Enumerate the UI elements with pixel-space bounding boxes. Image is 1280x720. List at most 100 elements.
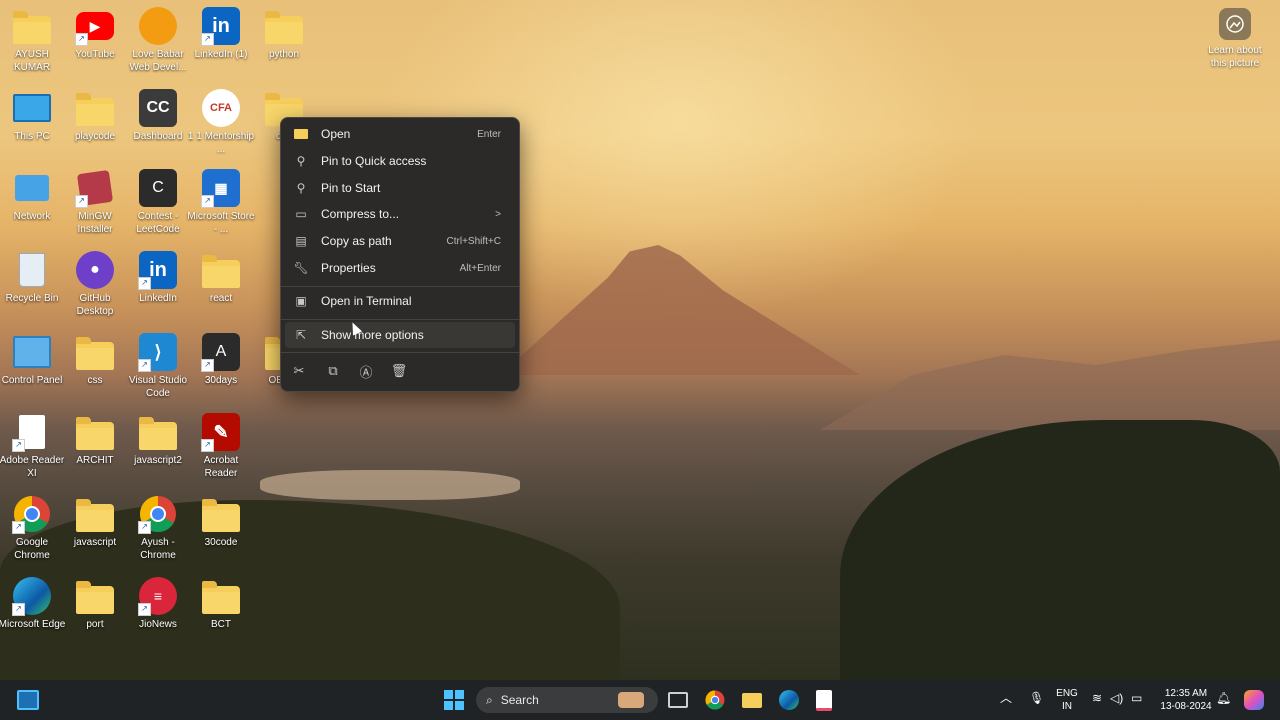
copilot-icon[interactable] (1244, 690, 1264, 710)
desktop-icon-30days[interactable]: A ↗ 30days (189, 332, 253, 387)
notification-bell-icon[interactable]: 🔔︎ (1216, 692, 1231, 705)
search-icon: ⌕ (486, 692, 493, 707)
chrome-folder-icon (75, 576, 115, 616)
volume-icon[interactable]: ◁) (1110, 692, 1123, 705)
network-icon (12, 168, 52, 208)
folder-icon (138, 412, 178, 452)
menu-item-accelerator: Enter (477, 128, 501, 140)
desktop-icon-30code[interactable]: 30code (189, 494, 253, 549)
desktop-icon-love-babbar[interactable]: Love Babar Web Devel... (126, 6, 190, 74)
recycle-bin-icon (12, 250, 52, 290)
desktop-icon-network[interactable]: Network (0, 168, 64, 223)
menu-item-label: Copy as path (321, 234, 392, 248)
icon-label: YouTube (75, 49, 115, 60)
battery-icon[interactable]: ▭ (1131, 692, 1142, 705)
chrome-folder-icon (201, 576, 241, 616)
delete-icon[interactable]: 🗑︎ (390, 362, 408, 380)
cfa-icon: CFA (201, 88, 241, 128)
desktop-icon-vscode[interactable]: ⟩ ↗ Visual Studio Code (126, 332, 190, 400)
desktop-icon-javascript2[interactable]: javascript2 (126, 412, 190, 467)
icon-label: GitHub Desktop (76, 293, 114, 317)
desktop-icon-react[interactable]: react (189, 250, 253, 305)
icon-label: JioNews (139, 619, 177, 630)
menu-item-accelerator: Alt+Enter (459, 262, 501, 274)
desktop-icon-microsoft-edge[interactable]: ↗ Microsoft Edge (0, 576, 66, 631)
desktop-icon-control-panel[interactable]: Control Panel (0, 332, 64, 387)
desktop-icon-ayush-chrome[interactable]: ↗ Ayush - Chrome (126, 494, 190, 562)
icon-label: 30code (204, 537, 238, 548)
chrome-taskbar-icon[interactable] (703, 688, 727, 712)
menu-item-properties[interactable]: 🔧︎ Properties Alt+Enter (285, 255, 515, 281)
menu-item-open[interactable]: Open Enter (285, 121, 515, 147)
menu-item-label: Pin to Start (321, 181, 381, 195)
copy-icon[interactable]: ⧉ (324, 362, 342, 380)
menu-item-open-terminal[interactable]: ▣ Open in Terminal (285, 288, 515, 314)
archive-icon: ▭ (295, 207, 307, 221)
chrome-icon: ↗ (12, 494, 52, 534)
snipping-tool-icon[interactable] (812, 688, 836, 712)
desktop-icon-recycle-bin[interactable]: Recycle Bin (0, 250, 64, 305)
desktop-icon-port[interactable]: port (63, 576, 127, 631)
desktop-icon-javascript[interactable]: javascript (63, 494, 127, 549)
cut-icon[interactable]: ✂ (290, 362, 308, 380)
context-menu: Open Enter ⚲ Pin to Quick access ⚲ Pin t… (280, 117, 520, 392)
vscode-icon: ⟩ ↗ (138, 332, 178, 372)
desktop-icon-linkedin[interactable]: in ↗ LinkedIn (126, 250, 190, 305)
desktop-icon-css[interactable]: css (63, 332, 127, 387)
folder-icon (75, 88, 115, 128)
start-button[interactable] (442, 688, 466, 712)
icon-label: LinkedIn (1) (194, 49, 248, 60)
pin-icon: ⚲ (296, 154, 306, 168)
youtube-icon: ▶ ↗ (75, 6, 115, 46)
desktop-icon-github-desktop[interactable]: ● GitHub Desktop (63, 250, 127, 318)
menu-item-show-more-options[interactable]: ⇱ Show more options (285, 322, 515, 348)
menu-item-pin-start[interactable]: ⚲ Pin to Start (285, 175, 515, 201)
chevron-right-icon: > (495, 208, 501, 220)
desktop-icon-youtube[interactable]: ▶ ↗ YouTube (63, 6, 127, 61)
desktop-icon-this-pc[interactable]: This PC (0, 88, 64, 143)
chrome-folder-icon (201, 494, 241, 534)
folder-icon (264, 6, 304, 46)
file-explorer-icon[interactable] (740, 688, 764, 712)
menu-item-copy-path[interactable]: ▤ Copy as path Ctrl+Shift+C (285, 228, 515, 254)
cc-icon: CC (138, 88, 178, 128)
icon-label: 1 1 Mentorship ... (187, 131, 255, 155)
icon-label: playcode (74, 131, 116, 142)
desktop-icon-microsoft-store[interactable]: ▦ ↗ Microsoft Store - ... (187, 168, 255, 236)
desktop-icon-jionews[interactable]: ≡ ↗ JioNews (126, 576, 190, 631)
region-label: IN (1062, 701, 1072, 712)
icon-label: javascript2 (134, 455, 182, 466)
desktop-icon-ayush-kumar[interactable]: AYUSH KUMAR (0, 6, 64, 74)
learn-about-picture[interactable]: Learn about this picture (1200, 8, 1270, 70)
desktop-icon-acrobat-reader[interactable]: ✎ ↗ Acrobat Reader (189, 412, 253, 480)
desktop-icon-dashboard[interactable]: CC Dashboard (126, 88, 190, 143)
edge-taskbar-icon[interactable] (777, 688, 801, 712)
camera-icon (1219, 8, 1251, 40)
desktop-icon-mentorship[interactable]: CFA 1 1 Mentorship ... (187, 88, 255, 156)
chrome-folder-icon (75, 332, 115, 372)
wallpaper-forest-right (840, 420, 1280, 680)
desktop-icon-adobe-reader[interactable]: ↗ Adobe Reader XI (0, 412, 64, 480)
taskbar-search[interactable]: ⌕ Search (476, 687, 658, 713)
menu-item-compress[interactable]: ▭ Compress to... > (285, 201, 515, 227)
desktop-icon-playcode[interactable]: playcode (63, 88, 127, 143)
rename-icon[interactable]: Ⓐ (357, 362, 375, 380)
desktop-icon-archit[interactable]: ARCHIT (63, 412, 127, 467)
task-view-icon[interactable] (666, 688, 690, 712)
microphone-icon[interactable]: 🎙︎ (1029, 692, 1044, 705)
desktop-icon-google-chrome[interactable]: ↗ Google Chrome (0, 494, 64, 562)
desktop-icon-bct[interactable]: BCT (189, 576, 253, 631)
language-indicator[interactable]: ENG IN (1054, 687, 1080, 713)
wallpaper-ridge (820, 340, 1280, 430)
desktop-icon-python[interactable]: python (252, 6, 316, 61)
desktop-icon-contest-leetcode[interactable]: C Contest - LeetCode (126, 168, 190, 236)
desktop-icon-linkedin-1[interactable]: in ↗ LinkedIn (1) (189, 6, 253, 61)
widgets-icon[interactable] (16, 688, 40, 712)
wifi-icon[interactable]: ≋ (1092, 692, 1102, 705)
desktop-icon-mingw[interactable]: ↗ MinGW Installer (63, 168, 127, 236)
menu-item-pin-quick-access[interactable]: ⚲ Pin to Quick access (285, 148, 515, 174)
clock[interactable]: 12:35 AM 13-08-2024 (1155, 687, 1217, 713)
icon-label: Microsoft Edge (0, 619, 66, 630)
folder-icon (201, 250, 241, 290)
chevron-up-icon[interactable]: ︿ (1000, 692, 1012, 705)
